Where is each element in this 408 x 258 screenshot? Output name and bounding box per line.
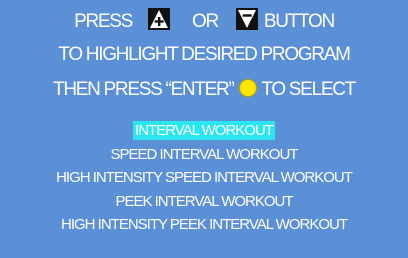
instruction-line-3: THEN PRESS “ENTER” TO SELECT [0, 78, 408, 101]
then-press-enter-text: THEN PRESS “ENTER” [53, 79, 235, 100]
button-text: BUTTON [263, 11, 335, 32]
program-list: INTERVAL WORKOUT SPEED INTERVAL WORKOUT … [0, 121, 408, 239]
down-arrow-button-icon [235, 8, 258, 30]
program-item-high-intensity-peek-interval-workout[interactable]: HIGH INTENSITY PEEK INTERVAL WORKOUT [59, 215, 349, 234]
to-select-text: TO SELECT [261, 79, 356, 100]
instruction-line-2: TO HIGHLIGHT DESIRED PROGRAM [58, 44, 351, 65]
enter-button-icon [239, 78, 258, 97]
program-item-peek-interval-workout[interactable]: PEEK INTERVAL WORKOUT [113, 192, 294, 211]
program-item-interval-workout[interactable]: INTERVAL WORKOUT [133, 121, 275, 140]
press-text: PRESS [74, 11, 133, 32]
program-item-high-intensity-speed-interval-workout[interactable]: HIGH INTENSITY SPEED INTERVAL WORKOUT [54, 168, 354, 187]
or-text: OR [192, 11, 219, 32]
program-item-speed-interval-workout[interactable]: SPEED INTERVAL WORKOUT [109, 145, 300, 164]
up-arrow-button-icon [148, 8, 171, 30]
program-select-screen: PRESS OR BUTTON TO HIGHLIGHT DESIRED PROGR… [0, 0, 408, 258]
instruction-line-1: PRESS OR BUTTON [0, 8, 408, 33]
